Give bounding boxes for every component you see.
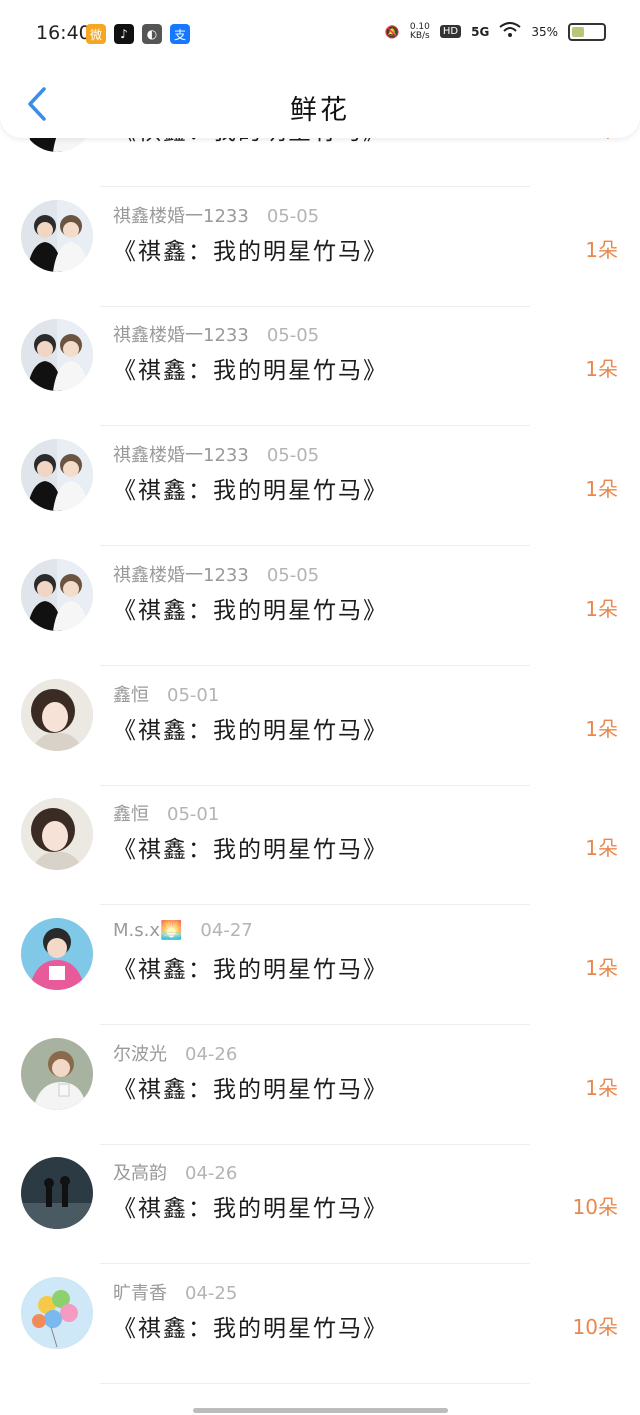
- book-title: 《祺鑫：我的明星竹马》: [113, 837, 388, 864]
- item-meta: 尔波光 04-26: [113, 1040, 237, 1066]
- username: M.s.x🌅: [113, 919, 183, 941]
- item-meta: 旷青香 04-25: [113, 1279, 237, 1305]
- mute-icon: 🔕: [384, 24, 400, 39]
- book-title: 《祺鑫：我的明星竹马》: [113, 478, 388, 505]
- date: 05-01: [167, 684, 220, 706]
- date: 04-25: [185, 1283, 238, 1304]
- hd-badge: HD: [439, 25, 462, 38]
- avatar[interactable]: [21, 1277, 93, 1349]
- date: 05-05: [266, 564, 320, 586]
- item-meta: 鑫恒 05-01: [113, 681, 219, 707]
- notification-icons: 微 ♪ ◐ 支: [86, 24, 190, 44]
- book-title: 《祺鑫：我的明星竹马》: [113, 1196, 388, 1223]
- username: 鑫恒: [113, 804, 149, 826]
- list-item[interactable]: 及高韵 04-26 《祺鑫：我的明星竹马》 10朵: [0, 1119, 640, 1265]
- item-meta: M.s.x🌅 04-27: [113, 920, 253, 941]
- home-indicator[interactable]: [193, 1408, 448, 1413]
- list-item[interactable]: 祺鑫楼婚一1233 05-05 《祺鑫：我的明星竹马》 1朵: [0, 162, 640, 307]
- book-title: 《祺鑫：我的明星竹马》: [113, 717, 388, 744]
- page-title: 鲜花: [290, 95, 350, 126]
- flower-count: 1朵: [585, 836, 618, 861]
- flower-count: 1朵: [585, 237, 618, 262]
- date: 04-26: [185, 1163, 238, 1185]
- username: 祺鑫楼婚一1233: [113, 205, 249, 227]
- battery-icon: [568, 22, 606, 41]
- username: 及高韵: [113, 1163, 167, 1185]
- status-time: 16:40: [36, 22, 91, 44]
- list-item[interactable]: M.s.x🌅 04-27 《祺鑫：我的明星竹马》 1朵: [0, 880, 640, 1025]
- signal-5g-icon: 5G: [471, 24, 490, 39]
- avatar[interactable]: [21, 319, 93, 392]
- avatar[interactable]: [21, 678, 93, 751]
- book-title: 《祺鑫：我的明星竹马》: [113, 238, 388, 265]
- book-title: 《祺鑫：我的明星竹马》: [113, 956, 388, 983]
- status-bar: 16:40 微 ♪ ◐ 支 🔕 0.10 KB/s HD 5G 35%: [0, 0, 640, 64]
- flower-count: 1朵: [585, 357, 618, 382]
- flower-count: 10朵: [572, 1315, 618, 1339]
- item-meta: 祺鑫楼婚一1233 05-05: [113, 441, 319, 467]
- list-item[interactable]: 祺鑫楼婚一1233 05-05 《祺鑫：我的明星竹马》 1朵: [0, 281, 640, 427]
- username: 旷青香: [113, 1283, 167, 1304]
- list-item[interactable]: 祺鑫楼婚一1233 05-05 《祺鑫：我的明星竹马》 1朵: [0, 401, 640, 547]
- item-meta: 鑫恒 05-01: [113, 800, 219, 826]
- avatar[interactable]: [21, 199, 93, 272]
- date: 05-05: [266, 445, 320, 467]
- item-meta: 祺鑫楼婚一1233 05-05: [113, 202, 319, 228]
- weibo-icon: 微: [86, 24, 106, 44]
- list-item[interactable]: 鑫恒 05-01 《祺鑫：我的明星竹马》 1朵: [0, 641, 640, 786]
- avatar[interactable]: [21, 558, 93, 631]
- book-title: 《祺鑫：我的明星竹马》: [113, 1076, 388, 1103]
- username: 尔波光: [113, 1043, 167, 1065]
- list-item[interactable]: 尔波光 04-26 《祺鑫：我的明星竹马》 1朵: [0, 1000, 640, 1145]
- status-right: 🔕 0.10 KB/s HD 5G 35%: [385, 22, 606, 41]
- avatar[interactable]: [21, 798, 93, 871]
- flower-count: 1朵: [585, 477, 618, 502]
- header: 16:40 微 ♪ ◐ 支 🔕 0.10 KB/s HD 5G 35% 鲜花: [0, 0, 640, 138]
- list-item[interactable]: 鑫恒 05-01 《祺鑫：我的明星竹马》 1朵: [0, 760, 640, 906]
- date: 04-27: [200, 919, 253, 941]
- flower-count: 10朵: [572, 1195, 618, 1220]
- list-item[interactable]: 祺鑫楼婚一1233 05-05 《祺鑫：我的明星竹马》 1朵: [0, 521, 640, 666]
- username: 祺鑫楼婚一1233: [113, 325, 249, 347]
- flower-count: 1朵: [585, 596, 618, 621]
- tiktok-icon: ♪: [114, 24, 134, 44]
- flower-count: 1朵: [585, 716, 618, 741]
- item-meta: 祺鑫楼婚一1233 05-05: [113, 561, 319, 587]
- item-meta: 及高韵 04-26: [113, 1159, 237, 1185]
- divider: [100, 1383, 530, 1384]
- net-speed: 0.10 KB/s: [409, 21, 430, 41]
- book-title: 《祺鑫：我的明星竹马》: [113, 1316, 388, 1342]
- list-item[interactable]: 旷青香 04-25 《祺鑫：我的明星竹马》 10朵: [0, 1239, 640, 1384]
- battery-percent: 35%: [531, 24, 558, 39]
- alipay-icon: 支: [170, 24, 190, 44]
- date: 05-05: [266, 205, 320, 227]
- username: 鑫恒: [113, 684, 149, 706]
- avatar[interactable]: [21, 1037, 93, 1110]
- avatar[interactable]: [21, 1157, 93, 1230]
- avatar[interactable]: [21, 439, 93, 512]
- wifi-icon: [499, 22, 521, 41]
- username: 祺鑫楼婚一1233: [113, 564, 249, 586]
- flower-count: 1朵: [585, 1075, 618, 1100]
- book-title: 《祺鑫：我的明星竹马》: [113, 358, 388, 385]
- date: 05-01: [167, 804, 220, 826]
- book-title: 《祺鑫：我的明星竹马》: [113, 597, 388, 624]
- app-swirl-icon: ◐: [142, 24, 162, 44]
- flower-count: 1朵: [585, 955, 618, 980]
- avatar[interactable]: [21, 917, 93, 990]
- username: 祺鑫楼婚一1233: [113, 445, 249, 467]
- date: 05-05: [266, 325, 320, 347]
- date: 04-26: [185, 1043, 238, 1065]
- item-meta: 祺鑫楼婚一1233 05-05: [113, 321, 319, 347]
